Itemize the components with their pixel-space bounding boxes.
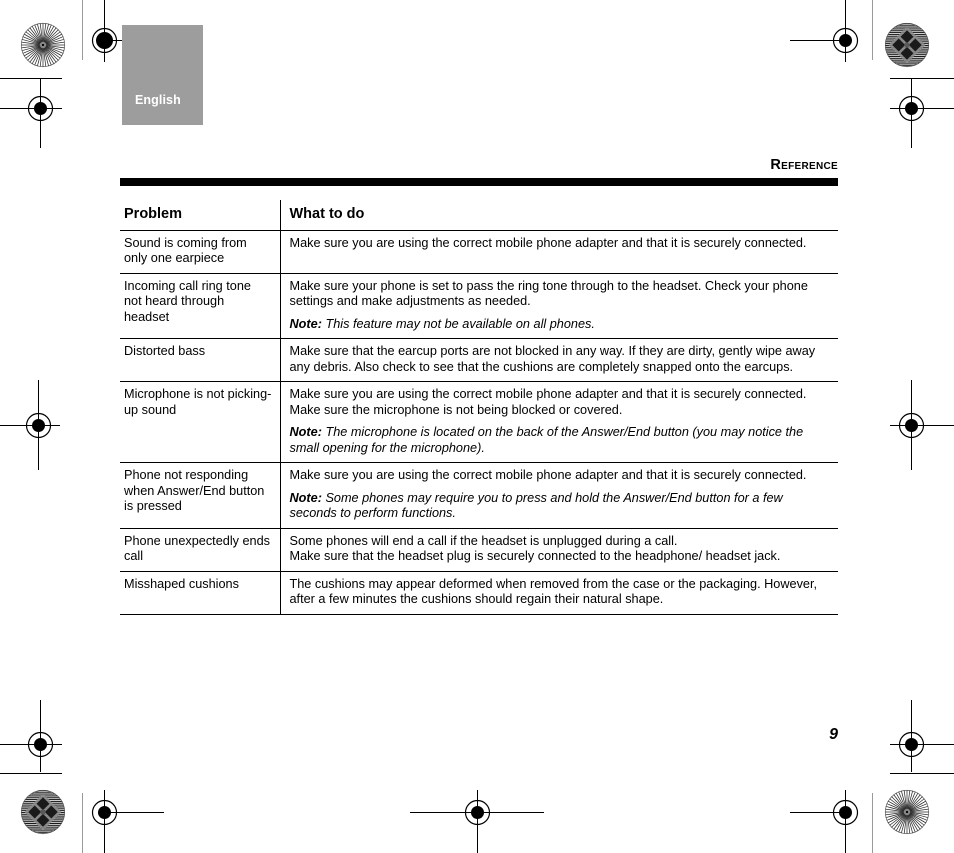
instruction-paragraph: Make sure the microphone is not being bl… [289, 402, 623, 417]
language-tab: English [122, 25, 203, 125]
instruction-paragraph: Some phones will end a call if the heads… [289, 533, 678, 548]
crop-line-right-bottom-v [911, 700, 912, 772]
instruction-paragraph: Make sure your phone is set to pass the … [289, 278, 808, 309]
crop-line-left-bottom-v [40, 700, 41, 772]
star-resolution-target-icon [884, 789, 930, 835]
column-header-problem: Problem [120, 200, 280, 231]
language-tab-label: English [135, 93, 181, 107]
instruction-paragraph: The cushions may appear deformed when re… [289, 576, 818, 607]
crop-line-left-top-v [40, 78, 41, 148]
registration-target-icon [832, 27, 859, 54]
note-block: Note: The microphone is located on the b… [290, 425, 833, 456]
table-body: Sound is coming from only one earpiece Ma… [120, 230, 838, 615]
table-row: Phone not responding when Answer/End but… [120, 462, 838, 529]
crop-line-mid-right-h [890, 425, 954, 426]
instruction-paragraph: Make sure you are using the correct mobi… [289, 236, 807, 250]
moire-resolution-target-icon [20, 789, 66, 835]
crop-line-mid-left-h [0, 425, 60, 426]
cell-what-to-do: Make sure you are using the correct mobi… [279, 462, 838, 529]
crop-line-top-right-h [790, 40, 846, 41]
note-keyword: Note: [289, 490, 322, 505]
table-row: Sound is coming from only one earpiece Ma… [120, 230, 838, 274]
crop-line-right-bottom-h [890, 744, 954, 745]
crop-line-top-left-v [104, 0, 105, 62]
running-head-label: Reference [770, 157, 838, 173]
crop-line-bottom-left-v [104, 790, 105, 853]
cell-problem: Microphone is not picking-up sound [120, 381, 280, 464]
table-row: Microphone is not picking-up sound Make s… [120, 381, 838, 464]
table-row: Incoming call ring tone not heard throug… [120, 273, 838, 340]
guide-line-top-right [872, 0, 873, 60]
cell-problem: Phone not responding when Answer/End but… [120, 462, 280, 529]
crop-line-right-top-h [890, 78, 954, 79]
crop-line-left-bottom-h [0, 744, 62, 745]
note-keyword: Note: [289, 425, 322, 440]
crop-line-bottom-center-h [410, 812, 544, 813]
crop-line-top-right-v [845, 0, 846, 62]
crop-line-right-top-v [911, 78, 912, 148]
cell-what-to-do: Make sure you are using the correct mobi… [279, 230, 838, 274]
registration-target-icon [27, 731, 54, 758]
instruction-paragraph: Make sure you are using the correct mobi… [289, 468, 807, 483]
registration-target-icon [25, 412, 52, 439]
crop-line-left-top-h [0, 78, 62, 79]
note-block: Note: This feature may not be available … [290, 317, 833, 332]
table-row: Distorted bass Make sure that the earcup … [120, 338, 838, 383]
crop-line-right-top-h2 [890, 108, 954, 109]
instruction-paragraph: Make sure you are using the correct mobi… [289, 387, 807, 402]
cell-what-to-do: Make sure you are using the correct mobi… [279, 381, 838, 464]
cell-problem: Phone unexpectedly ends call [120, 528, 280, 572]
registration-target-icon [91, 799, 118, 826]
table-header: Problem What to do [120, 200, 838, 231]
registration-target-icon [832, 799, 859, 826]
crop-line-mid-left-v [38, 380, 39, 470]
registration-target-icon [898, 412, 925, 439]
crop-line-bottom-right-v [845, 790, 846, 853]
note-text: Some phones may require you to press and… [289, 490, 783, 521]
guide-line-bottom-right [872, 793, 873, 853]
table-row: Phone unexpectedly ends call Some phones … [120, 528, 838, 572]
crop-line-left-bottom-h2 [0, 773, 62, 774]
crop-line-mid-right-v [911, 380, 912, 470]
instruction-paragraph: Make sure that the earcup ports are not … [289, 344, 816, 374]
table-row: Misshaped cushions The cushions may appea… [120, 571, 838, 615]
registration-target-icon [898, 731, 925, 758]
troubleshooting-table: Problem What to do Sound is coming from … [120, 200, 838, 615]
cell-what-to-do: Make sure that the earcup ports are not … [279, 338, 838, 383]
cell-what-to-do: The cushions may appear deformed when re… [279, 571, 838, 615]
guide-line-top-left [82, 0, 83, 60]
cell-what-to-do: Some phones will end a call if the heads… [279, 528, 838, 572]
note-text: The microphone is located on the back of… [289, 425, 804, 455]
note-block: Note: Some phones may require you to pre… [290, 491, 833, 522]
crop-line-bottom-left-h [104, 812, 164, 813]
cell-problem: Distorted bass [120, 338, 280, 383]
cell-what-to-do: Make sure your phone is set to pass the … [279, 273, 838, 340]
table-header-row: Problem What to do [120, 200, 838, 231]
page-number: 9 [829, 726, 838, 743]
crop-line-bottom-right-h [790, 812, 846, 813]
column-header-what-to-do: What to do [279, 200, 838, 231]
crop-line-left-top-h2 [0, 108, 62, 109]
cell-problem: Misshaped cushions [120, 571, 280, 615]
crop-line-bottom-center-v [477, 790, 478, 853]
note-text: This feature may not be available on all… [325, 316, 595, 331]
registration-target-icon [27, 95, 54, 122]
cell-problem: Incoming call ring tone not heard throug… [120, 273, 280, 340]
registration-target-icon [91, 27, 118, 54]
crop-line-right-bottom-h2 [890, 773, 954, 774]
running-head: Reference [120, 156, 838, 174]
instruction-paragraph: Make sure that the headset plug is secur… [289, 549, 781, 564]
header-rule [120, 178, 838, 186]
registration-target-icon [898, 95, 925, 122]
moire-resolution-target-icon [884, 22, 930, 68]
note-keyword: Note: [289, 316, 322, 331]
guide-line-bottom-left [82, 793, 83, 853]
star-resolution-target-icon [20, 22, 66, 68]
cell-problem: Sound is coming from only one earpiece [120, 230, 280, 274]
registration-target-icon [464, 799, 491, 826]
